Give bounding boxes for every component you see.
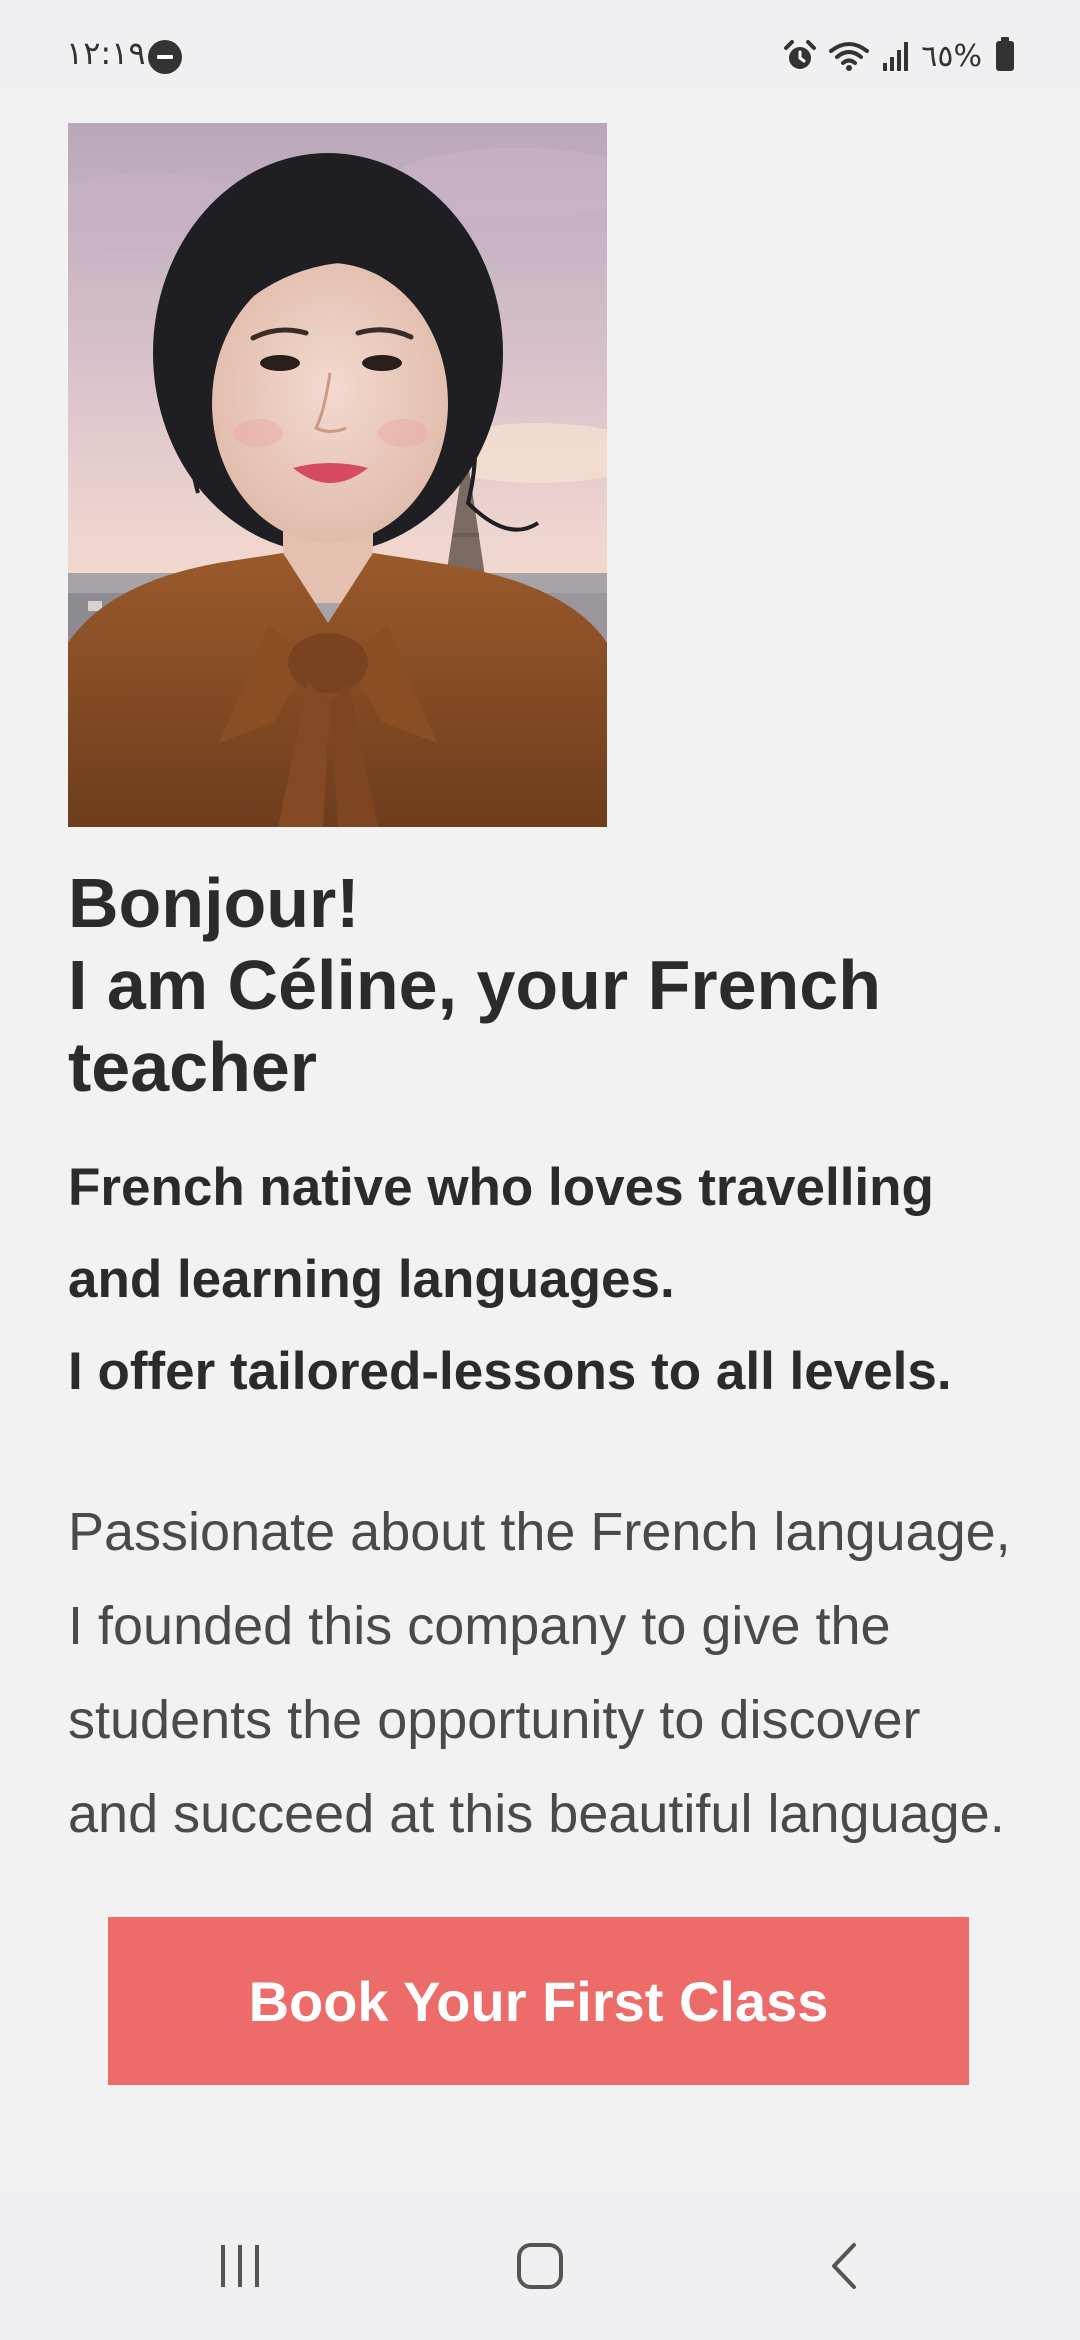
alarm-icon	[784, 40, 817, 69]
description-line-2: I founded this company to give the	[68, 1596, 891, 1656]
title-line-1: Bonjour!	[68, 864, 360, 942]
book-first-class-button[interactable]: Book Your First Class	[108, 1917, 969, 2085]
tagline-line-2: and learning languages.	[68, 1250, 675, 1309]
page-title: Bonjour! I am Céline, your French teache…	[68, 862, 1028, 1108]
status-icons: ٦٥%	[783, 34, 1014, 78]
battery-icon	[996, 37, 1014, 71]
back-button[interactable]	[765, 2192, 925, 2340]
signal-icon	[883, 42, 909, 71]
status-bar: ١٢:١٩ ٦٥%	[0, 0, 1080, 88]
do-not-disturb-icon	[148, 40, 182, 74]
recent-apps-icon	[221, 2245, 259, 2287]
teacher-portrait-photo	[68, 123, 607, 827]
recent-apps-button[interactable]	[160, 2192, 320, 2340]
tagline-line-1: French native who loves travelling	[68, 1158, 934, 1217]
home-icon	[517, 2243, 563, 2289]
title-line-3: teacher	[68, 1028, 318, 1106]
description-line-4: and succeed at this beautiful language.	[68, 1784, 1005, 1844]
tagline-line-3: I offer tailored-lessons to all levels.	[68, 1342, 952, 1401]
navigation-bar	[0, 2192, 1080, 2340]
home-button[interactable]	[460, 2192, 620, 2340]
battery-percentage: ٦٥%	[921, 38, 982, 74]
description-line-1: Passionate about the French language,	[68, 1502, 1011, 1562]
status-time: ١٢:١٩	[66, 34, 146, 72]
tagline: French native who loves travelling and l…	[68, 1142, 1058, 1418]
title-line-2: I am Céline, your French	[68, 946, 881, 1024]
description-line-3: students the opportunity to discover	[68, 1690, 921, 1750]
description-paragraph: Passionate about the French language, I …	[68, 1485, 1058, 1861]
back-icon	[832, 2243, 856, 2289]
wifi-icon	[829, 42, 870, 71]
